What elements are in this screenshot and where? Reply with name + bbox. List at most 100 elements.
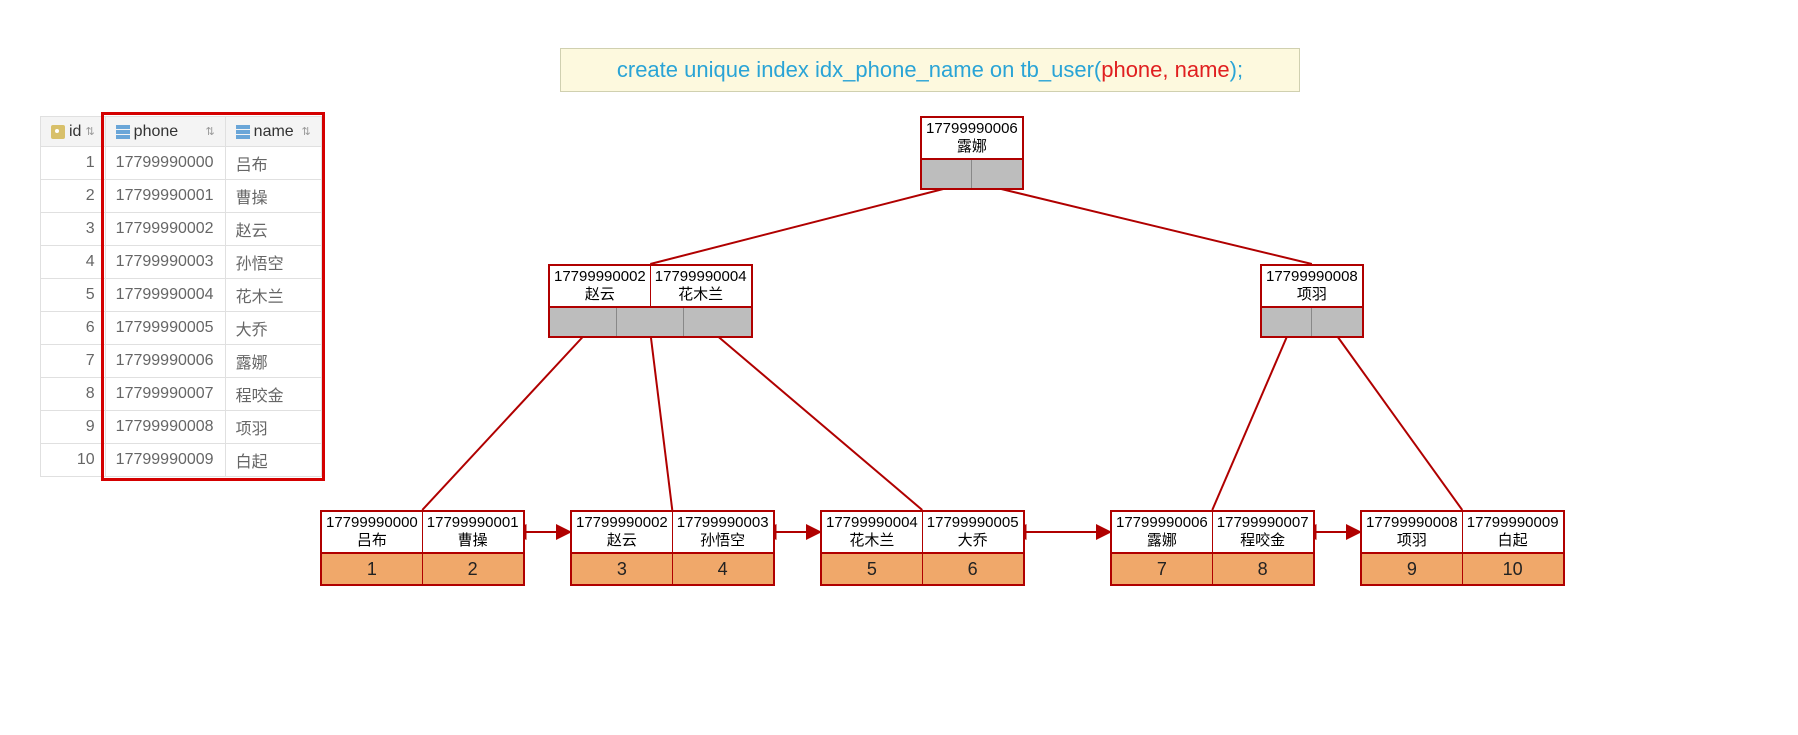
key-phone: 17799990007 — [1217, 514, 1309, 531]
leaf-row-id: 5 — [822, 554, 923, 584]
cell-phone: 17799990007 — [105, 378, 225, 411]
key-phone: 17799990005 — [927, 514, 1019, 531]
sort-icon: ⇅ — [85, 125, 94, 138]
key-name: 花木兰 — [655, 286, 747, 304]
node-key: 17799990006露娜 — [1112, 512, 1213, 552]
cell-phone: 17799990008 — [105, 411, 225, 444]
key-name: 花木兰 — [826, 532, 918, 550]
leaf-row-id: 3 — [572, 554, 673, 584]
cell-name: 曹操 — [225, 180, 321, 213]
leaf-row-id: 6 — [923, 554, 1023, 584]
node-key: 17799990008项羽 — [1262, 266, 1362, 306]
node-key: 17799990007程咬金 — [1213, 512, 1313, 552]
cell-name: 大乔 — [225, 312, 321, 345]
column-header-id: id — [69, 123, 81, 141]
cell-phone: 17799990009 — [105, 444, 225, 477]
sql-highlight: phone, name — [1101, 57, 1229, 82]
cell-id: 4 — [41, 246, 106, 279]
child-pointer — [922, 160, 972, 188]
column-header-phone: phone — [134, 123, 202, 141]
table-row: 717799990006露娜 — [41, 345, 322, 378]
node-key: 17799990003孙悟空 — [673, 512, 773, 552]
cell-name: 白起 — [225, 444, 321, 477]
table-header-row: id ⇅ phone ⇅ name ⇅ — [41, 117, 322, 147]
column-icon — [116, 125, 130, 139]
child-pointer — [617, 308, 684, 336]
cell-phone: 17799990004 — [105, 279, 225, 312]
cell-id: 5 — [41, 279, 106, 312]
key-name: 露娜 — [1116, 532, 1208, 550]
key-name: 赵云 — [576, 532, 668, 550]
cell-phone: 17799990003 — [105, 246, 225, 279]
cell-id: 1 — [41, 147, 106, 180]
key-phone: 17799990006 — [1116, 514, 1208, 531]
cell-name: 吕布 — [225, 147, 321, 180]
cell-phone: 17799990005 — [105, 312, 225, 345]
key-phone: 17799990001 — [427, 514, 519, 531]
sort-icon: ⇅ — [205, 125, 214, 138]
key-phone: 17799990008 — [1366, 514, 1458, 531]
leaf-node: 17799990002赵云17799990003孙悟空34 — [570, 510, 775, 586]
key-name: 项羽 — [1366, 532, 1458, 550]
cell-id: 3 — [41, 213, 106, 246]
sort-icon: ⇅ — [301, 125, 310, 138]
cell-phone: 17799990002 — [105, 213, 225, 246]
leaf-row-id: 8 — [1213, 554, 1313, 584]
table-row: 217799990001曹操 — [41, 180, 322, 213]
key-name: 赵云 — [554, 286, 646, 304]
node-key: 17799990006露娜 — [922, 118, 1022, 158]
cell-phone: 17799990001 — [105, 180, 225, 213]
leaf-row-id: 9 — [1362, 554, 1463, 584]
cell-name: 程咬金 — [225, 378, 321, 411]
child-pointer — [684, 308, 750, 336]
internal-node: 17799990002赵云 17799990004花木兰 — [548, 264, 753, 338]
cell-name: 赵云 — [225, 213, 321, 246]
column-header-name: name — [254, 123, 298, 141]
key-name: 露娜 — [926, 138, 1018, 156]
column-icon — [236, 125, 250, 139]
cell-name: 孙悟空 — [225, 246, 321, 279]
node-key: 17799990008项羽 — [1362, 512, 1463, 552]
table-row: 317799990002赵云 — [41, 213, 322, 246]
node-key: 17799990001曹操 — [423, 512, 523, 552]
root-node: 17799990006露娜 — [920, 116, 1024, 190]
leaf-row-id: 2 — [423, 554, 523, 584]
leaf-node: 17799990004花木兰17799990005大乔56 — [820, 510, 1025, 586]
cell-phone: 17799990006 — [105, 345, 225, 378]
key-phone: 17799990009 — [1467, 514, 1559, 531]
node-key: 17799990005大乔 — [923, 512, 1023, 552]
cell-id: 10 — [41, 444, 106, 477]
leaf-row-id: 4 — [673, 554, 773, 584]
node-key: 17799990004花木兰 — [651, 266, 751, 306]
child-pointer — [550, 308, 617, 336]
leaf-row-id: 7 — [1112, 554, 1213, 584]
cell-name: 项羽 — [225, 411, 321, 444]
table-row: 1017799990009白起 — [41, 444, 322, 477]
table-row: 417799990003孙悟空 — [41, 246, 322, 279]
cell-id: 9 — [41, 411, 106, 444]
sql-suffix: ); — [1230, 57, 1243, 82]
key-name: 白起 — [1467, 532, 1559, 550]
table-row: 817799990007程咬金 — [41, 378, 322, 411]
node-key: 17799990009白起 — [1463, 512, 1563, 552]
child-pointer — [1262, 308, 1312, 336]
cell-name: 花木兰 — [225, 279, 321, 312]
key-name: 曹操 — [427, 532, 519, 550]
cell-id: 8 — [41, 378, 106, 411]
key-name: 程咬金 — [1217, 532, 1309, 550]
cell-phone: 17799990000 — [105, 147, 225, 180]
key-phone: 17799990003 — [677, 514, 769, 531]
leaf-node: 17799990006露娜17799990007程咬金78 — [1110, 510, 1315, 586]
leaf-node: 17799990000吕布17799990001曹操12 — [320, 510, 525, 586]
key-phone: 17799990004 — [826, 514, 918, 531]
cell-id: 7 — [41, 345, 106, 378]
table-row: 917799990008项羽 — [41, 411, 322, 444]
key-phone: 17799990000 — [326, 514, 418, 531]
sql-statement: create unique index idx_phone_name on tb… — [560, 48, 1300, 92]
cell-id: 2 — [41, 180, 106, 213]
node-key: 17799990004花木兰 — [822, 512, 923, 552]
key-name: 吕布 — [326, 532, 418, 550]
child-pointer — [972, 160, 1021, 188]
key-phone: 17799990002 — [554, 268, 646, 285]
internal-node: 17799990008项羽 — [1260, 264, 1364, 338]
